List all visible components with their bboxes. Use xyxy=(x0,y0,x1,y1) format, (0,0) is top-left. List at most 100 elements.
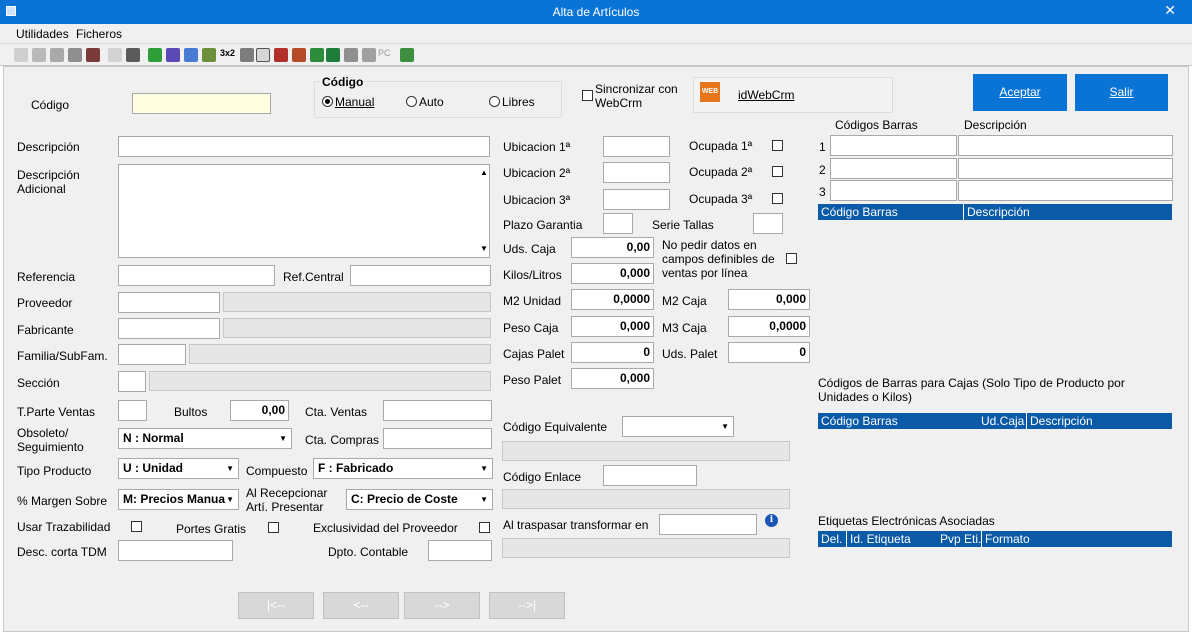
referencia-input[interactable] xyxy=(118,265,275,286)
export-icon[interactable] xyxy=(310,48,324,62)
descripcion-adicional-textarea[interactable] xyxy=(118,164,490,258)
al-traspasar-input[interactable] xyxy=(659,514,757,535)
uds-caja-input[interactable]: 0,00 xyxy=(571,237,654,258)
et-col-del[interactable]: Del. xyxy=(821,531,842,547)
menu-utilidades[interactable]: Utilidades xyxy=(16,27,69,41)
plazo-input[interactable] xyxy=(603,213,633,234)
radio-manual[interactable] xyxy=(322,96,333,107)
m2-unidad-input[interactable]: 0,0000 xyxy=(571,289,654,310)
dpto-input[interactable] xyxy=(428,540,492,561)
tools-icon[interactable] xyxy=(202,48,216,62)
fabricante-input[interactable] xyxy=(118,318,220,339)
descripcion-input[interactable] xyxy=(118,136,490,157)
grid-col-codigo[interactable]: Código Barras xyxy=(821,204,898,220)
et-col-formato[interactable]: Formato xyxy=(981,531,1030,547)
ref-central-input[interactable] xyxy=(350,265,491,286)
et-col-id[interactable]: Id. Etiqueta xyxy=(846,531,911,547)
close-button[interactable]: ✕ xyxy=(1164,2,1176,19)
salir-button[interactable]: Salir xyxy=(1075,74,1168,111)
menu-ficheros[interactable]: Ficheros xyxy=(76,27,122,41)
new-icon[interactable] xyxy=(14,48,28,62)
idwebcrm-link[interactable]: idWebCrm xyxy=(738,88,794,102)
book-icon[interactable] xyxy=(148,48,162,62)
stats-icon[interactable] xyxy=(184,48,198,62)
cajas-col-udcaja[interactable]: Ud.Caja xyxy=(981,413,1024,429)
barcode-3-desc-input[interactable] xyxy=(958,180,1173,201)
search-icon[interactable] xyxy=(68,48,82,62)
exit-icon[interactable] xyxy=(400,48,414,62)
et-col-pvp[interactable]: Pvp Eti. xyxy=(940,531,981,547)
cta-compras-input[interactable] xyxy=(383,428,492,449)
first-record-button[interactable]: |<-- xyxy=(238,592,314,619)
paste-icon[interactable] xyxy=(126,48,140,62)
codigo-input[interactable] xyxy=(132,93,271,114)
sync-webcrm-checkbox[interactable] xyxy=(582,90,593,101)
scroll-down-icon[interactable]: ▼ xyxy=(480,244,488,253)
barcode-2-input[interactable] xyxy=(830,158,957,179)
radio-auto-label[interactable]: Auto xyxy=(419,95,444,109)
compuesto-select[interactable]: F : Fabricado ▼ xyxy=(313,458,493,479)
chart-icon[interactable] xyxy=(166,48,180,62)
radio-libres-label[interactable]: Libres xyxy=(502,95,535,109)
radio-manual-label[interactable]: Manual xyxy=(335,95,374,109)
peso-palet-input[interactable]: 0,000 xyxy=(571,368,654,389)
peso-caja-input[interactable]: 0,000 xyxy=(571,316,654,337)
print-icon[interactable] xyxy=(50,48,64,62)
copy-icon[interactable] xyxy=(108,48,122,62)
radio-libres[interactable] xyxy=(489,96,500,107)
scroll-up-icon[interactable]: ▲ xyxy=(480,168,488,177)
barcode-1-desc-input[interactable] xyxy=(958,135,1173,156)
trazabilidad-checkbox[interactable] xyxy=(131,521,142,532)
kilos-input[interactable]: 0,000 xyxy=(571,263,654,284)
proveedor-input[interactable] xyxy=(118,292,220,313)
exclusividad-checkbox[interactable] xyxy=(479,522,490,533)
ocupada2-checkbox[interactable] xyxy=(772,166,783,177)
excel-icon[interactable] xyxy=(326,48,340,62)
m2-caja-input[interactable]: 0,000 xyxy=(728,289,810,310)
pc-icon[interactable]: PC xyxy=(378,48,394,62)
ubicacion2-input[interactable] xyxy=(603,162,670,183)
tparte-input[interactable] xyxy=(118,400,147,421)
cajas-palet-input[interactable]: 0 xyxy=(571,342,654,363)
ocupada3-checkbox[interactable] xyxy=(772,193,783,204)
no-pedir-checkbox[interactable] xyxy=(786,253,797,264)
codigo-equivalente-select[interactable]: ▼ xyxy=(622,416,734,437)
seccion-input[interactable] xyxy=(118,371,146,392)
portes-checkbox[interactable] xyxy=(268,522,279,533)
info-icon[interactable]: i xyxy=(765,514,778,527)
tipo-producto-select[interactable]: U : Unidad ▼ xyxy=(118,458,239,479)
next-record-button[interactable]: --> xyxy=(404,592,480,619)
cajas-col-codigo[interactable]: Código Barras xyxy=(821,413,898,429)
ubicacion1-input[interactable] xyxy=(603,136,670,157)
ocupada1-checkbox[interactable] xyxy=(772,140,783,151)
trash-icon[interactable] xyxy=(362,48,376,62)
grid-col-descripcion[interactable]: Descripción xyxy=(963,204,1030,220)
obsoleto-select[interactable]: N : Normal ▼ xyxy=(118,428,292,449)
save-icon[interactable] xyxy=(32,48,46,62)
grid-3x2-icon[interactable]: 3x2 xyxy=(220,48,236,62)
help-icon[interactable] xyxy=(256,48,270,62)
bultos-input[interactable]: 0,00 xyxy=(230,400,289,421)
al-recepcionar-select[interactable]: C: Precio de Coste ▼ xyxy=(346,489,493,510)
barcode-icon[interactable] xyxy=(344,48,358,62)
stop-icon[interactable] xyxy=(274,48,288,62)
arrow-icon[interactable] xyxy=(292,48,306,62)
aceptar-button[interactable]: Aceptar xyxy=(973,74,1067,111)
cajas-col-descripcion[interactable]: Descripción xyxy=(1026,413,1093,429)
ubicacion3-input[interactable] xyxy=(603,189,670,210)
prev-record-button[interactable]: <-- xyxy=(323,592,399,619)
desc-corta-input[interactable] xyxy=(118,540,233,561)
margen-select[interactable]: M: Precios Manua ▼ xyxy=(118,489,239,510)
calc-icon[interactable] xyxy=(240,48,254,62)
last-record-button[interactable]: -->| xyxy=(489,592,565,619)
barcode-2-desc-input[interactable] xyxy=(958,158,1173,179)
binoculars-icon[interactable] xyxy=(86,48,100,62)
m3-caja-input[interactable]: 0,0000 xyxy=(728,316,810,337)
barcode-1-input[interactable] xyxy=(830,135,957,156)
codigo-enlace-input[interactable] xyxy=(603,465,697,486)
cta-ventas-input[interactable] xyxy=(383,400,492,421)
serie-tallas-input[interactable] xyxy=(753,213,783,234)
barcode-3-input[interactable] xyxy=(830,180,957,201)
familia-input[interactable] xyxy=(118,344,186,365)
uds-palet-input[interactable]: 0 xyxy=(728,342,810,363)
